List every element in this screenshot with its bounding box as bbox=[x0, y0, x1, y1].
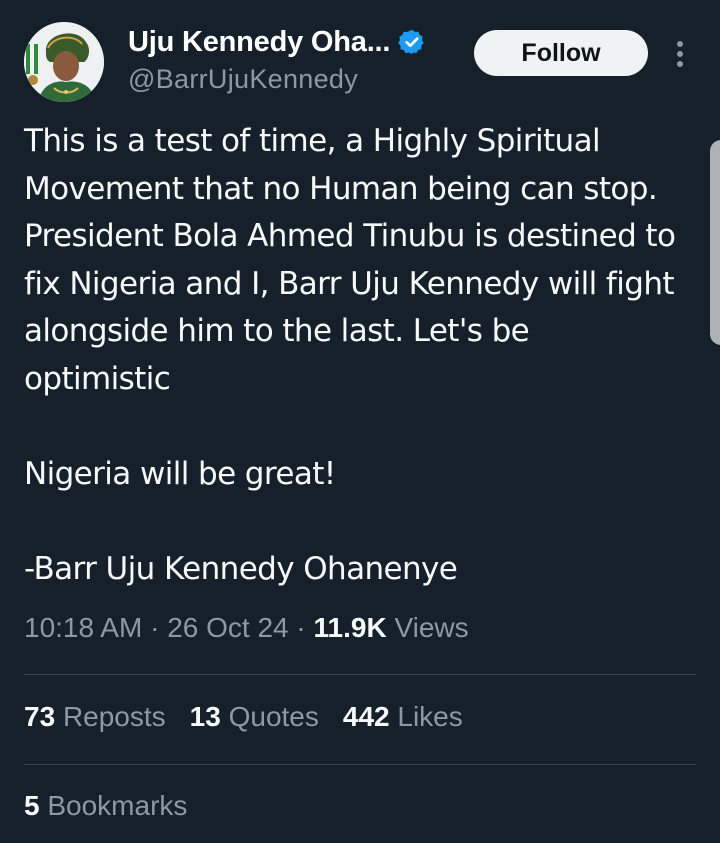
divider bbox=[24, 674, 696, 675]
quotes-stat[interactable]: 13 Quotes bbox=[190, 701, 319, 733]
author-info: Uju Kennedy Oha... @BarrUjuKennedy bbox=[128, 22, 458, 95]
meta-separator: · bbox=[150, 612, 160, 643]
verified-badge-icon bbox=[398, 28, 426, 56]
likes-label: Likes bbox=[397, 701, 463, 732]
scroll-handle[interactable] bbox=[710, 140, 720, 345]
tweet-header: Uju Kennedy Oha... @BarrUjuKennedy Follo… bbox=[24, 22, 696, 102]
likes-stat[interactable]: 442 Likes bbox=[343, 701, 463, 733]
author-handle[interactable]: @BarrUjuKennedy bbox=[128, 64, 458, 95]
reposts-label: Reposts bbox=[62, 701, 166, 732]
likes-count: 442 bbox=[342, 701, 390, 732]
tweet-paragraph: -Barr Uju Kennedy Ohanenye bbox=[24, 550, 458, 587]
bookmarks-label: Bookmarks bbox=[47, 790, 188, 821]
follow-button[interactable]: Follow bbox=[474, 30, 648, 76]
quotes-label: Quotes bbox=[228, 701, 319, 732]
views-label: Views bbox=[394, 612, 469, 643]
divider bbox=[24, 764, 696, 765]
views-count[interactable]: 11.9K bbox=[314, 612, 387, 643]
more-vertical-icon[interactable] bbox=[668, 36, 692, 72]
avatar-photo bbox=[24, 22, 104, 102]
bookmarks-stat[interactable]: 5 Bookmarks bbox=[24, 790, 187, 822]
bookmarks-count: 5 bbox=[24, 790, 40, 821]
tweet-date[interactable]: 26 Oct 24 bbox=[167, 612, 288, 643]
reposts-count: 73 bbox=[24, 701, 56, 732]
tweet-detail: Uju Kennedy Oha... @BarrUjuKennedy Follo… bbox=[0, 0, 720, 843]
avatar[interactable] bbox=[24, 22, 104, 102]
tweet-time[interactable]: 10:18 AM bbox=[24, 612, 142, 643]
engagement-stats: 73 Reposts 13 Quotes 442 Likes bbox=[24, 701, 487, 733]
quotes-count: 13 bbox=[189, 701, 221, 732]
tweet-paragraph: Nigeria will be great! bbox=[24, 455, 336, 492]
reposts-stat[interactable]: 73 Reposts bbox=[24, 701, 166, 733]
tweet-text: This is a test of time, a Highly Spiritu… bbox=[24, 118, 684, 593]
tweet-paragraph: This is a test of time, a Highly Spiritu… bbox=[24, 123, 676, 397]
tweet-meta: 10:18 AM · 26 Oct 24 · 11.9K Views bbox=[24, 612, 469, 644]
meta-separator: · bbox=[296, 612, 306, 643]
author-display-name[interactable]: Uju Kennedy Oha... bbox=[128, 26, 390, 59]
